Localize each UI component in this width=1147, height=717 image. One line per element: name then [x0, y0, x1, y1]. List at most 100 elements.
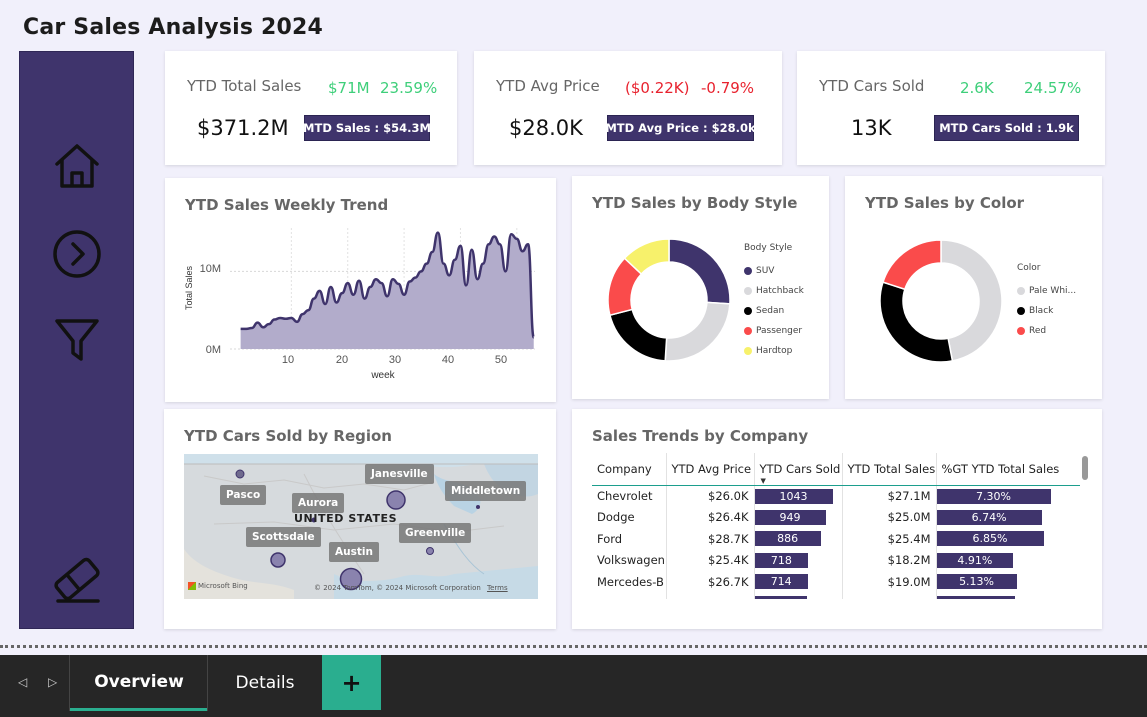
table-row[interactable]: Volkswagen $25.4K 718 $18.2M 4.91%	[592, 549, 1080, 571]
prev-page-icon[interactable]: ◁	[18, 675, 27, 689]
column-header[interactable]: %GT YTD Total Sales	[936, 453, 1080, 486]
cars-sold-cell: 714	[754, 571, 843, 593]
region-map[interactable]: Janesville Pasco Aurora Middletown UNITE…	[184, 454, 538, 599]
color-donut	[879, 239, 1003, 363]
next-circle-icon[interactable]	[50, 227, 104, 281]
canvas-divider	[0, 645, 1147, 648]
map-label[interactable]: Pasco	[220, 485, 267, 505]
region-card: YTD Cars Sold by Region Janesville Pasco…	[164, 409, 556, 629]
kpi-value: $371.2M	[197, 116, 289, 140]
company-cell: Volkswagen	[592, 549, 667, 571]
page-title: Car Sales Analysis 2024	[23, 15, 324, 40]
sort-desc-icon: ▼	[760, 476, 766, 485]
total-sales-cell: $25.0M	[842, 506, 937, 528]
cars-sold-bar: 714	[754, 574, 808, 589]
donut-slice-black[interactable]	[879, 281, 954, 363]
table-row[interactable]: Ford $28.7K 886 $25.4M 6.85%	[592, 528, 1080, 550]
table-scrollbar[interactable]	[1082, 456, 1088, 480]
avg-price-cell: $25.4K	[666, 549, 755, 571]
kpi-card-total-sales: YTD Total Sales $71M 23.59% $371.2M MTD …	[165, 51, 457, 165]
kpi-label: YTD Cars Sold	[819, 77, 925, 95]
pct-bar: 4.91%	[936, 552, 1014, 568]
map-attribution: © 2024 TomTom, © 2024 Microsoft Corporat…	[314, 584, 508, 592]
pct-bar: 5.13%	[936, 574, 1017, 589]
company-table-card: Sales Trends by Company Company YTD Avg …	[572, 409, 1102, 629]
pct-bar: 7.30%	[936, 488, 1051, 504]
x-tick-label: 40	[442, 354, 454, 366]
pct-bar: 6.74%	[936, 509, 1042, 525]
table-row[interactable]: Dodge $26.4K 949 $25.0M 6.74%	[592, 506, 1080, 528]
table-row[interactable]: Mercedes-B $26.7K 714 $19.0M 5.13%	[592, 571, 1080, 593]
kpi-label: YTD Total Sales	[187, 77, 302, 95]
card-title: YTD Sales by Body Style	[592, 194, 798, 212]
y-axis-label: Total Sales	[184, 265, 194, 310]
map-label[interactable]: Janesville	[365, 464, 434, 484]
donut-slice-suv[interactable]	[668, 238, 731, 305]
color-legend: Color Pale Whi... Black Red	[1017, 263, 1076, 341]
kpi-delta-value: $71M	[328, 79, 370, 97]
legend-item[interactable]: Black	[1017, 301, 1076, 321]
y-tick-label: 0M	[206, 344, 221, 356]
map-label[interactable]: Scottsdale	[246, 527, 321, 547]
column-header[interactable]: YTD Total Sales	[842, 453, 937, 486]
avg-price-cell: $26.7K	[666, 571, 755, 593]
kpi-delta-value: 2.6K	[960, 79, 994, 97]
map-country-label: UNITED STATES	[294, 512, 398, 525]
home-icon[interactable]	[50, 139, 104, 193]
mtd-badge: MTD Cars Sold : 1.9k	[934, 115, 1079, 141]
cars-sold-cell: 886	[754, 528, 843, 550]
legend-item[interactable]: Red	[1017, 321, 1076, 341]
donut-slice-hatchback[interactable]	[664, 301, 731, 362]
company-cell: Mercedes-B	[592, 571, 667, 593]
terms-link[interactable]: Terms	[487, 584, 508, 592]
weekly-trend-chart: 10M 0M 10 20 30 40 50 week Total Sales	[184, 228, 535, 381]
pct-cell: 6.74%	[936, 506, 1080, 528]
map-label[interactable]: Aurora	[292, 493, 345, 513]
donut-slice-sedan[interactable]	[609, 308, 668, 362]
tab-overview[interactable]: Overview	[70, 655, 208, 711]
eraser-icon[interactable]	[50, 552, 104, 606]
column-header[interactable]: Company	[592, 453, 667, 486]
map-label[interactable]: Middletown	[445, 481, 527, 501]
legend-item[interactable]: Passenger	[744, 321, 804, 341]
cars-sold-cell: 949	[754, 506, 843, 528]
column-header[interactable]: YTD Cars Sold ▼	[754, 453, 843, 486]
pct-bar: 6.85%	[936, 531, 1044, 546]
cars-sold-cell: 718	[754, 549, 843, 571]
pct-cell: 6.85%	[936, 528, 1080, 550]
donut-slice-red[interactable]	[882, 239, 942, 291]
kpi-delta-pct: -0.79%	[701, 79, 755, 97]
table-row-partial	[592, 592, 1080, 599]
x-axis-label: week	[370, 370, 395, 381]
kpi-value: 13K	[851, 116, 892, 140]
tab-details[interactable]: Details	[208, 655, 322, 711]
add-page-button[interactable]: +	[322, 655, 381, 710]
pct-cell: 5.13%	[936, 571, 1080, 593]
legend-item[interactable]: Hatchback	[744, 281, 804, 301]
legend-item[interactable]: Hardtop	[744, 341, 804, 361]
total-sales-cell: $18.2M	[842, 549, 937, 571]
company-cell: Chevrolet	[592, 485, 667, 507]
kpi-delta-pct: 24.57%	[1024, 79, 1082, 97]
legend-item[interactable]: Sedan	[744, 301, 804, 321]
cars-sold-bar: 949	[754, 509, 826, 525]
legend-item[interactable]: SUV	[744, 261, 804, 281]
cars-sold-bar: 1043	[754, 488, 833, 504]
next-page-icon[interactable]: ▷	[48, 675, 57, 689]
filter-icon[interactable]	[50, 312, 104, 366]
map-label[interactable]: Greenville	[399, 523, 472, 543]
column-header[interactable]: YTD Avg Price	[666, 453, 755, 486]
card-title: Sales Trends by Company	[592, 427, 809, 445]
cars-sold-bar: 886	[754, 531, 821, 546]
map-label[interactable]: Austin	[329, 542, 379, 562]
bing-logo: Microsoft Bing	[188, 582, 248, 590]
donut-slice-pale-whi-[interactable]	[940, 239, 1003, 362]
table-row[interactable]: Chevrolet $26.0K 1043 $27.1M 7.30%	[592, 485, 1080, 507]
legend-item[interactable]: Pale Whi...	[1017, 281, 1076, 301]
kpi-card-cars-sold: YTD Cars Sold 2.6K 24.57% 13K MTD Cars S…	[797, 51, 1105, 165]
body-style-donut	[607, 238, 731, 362]
avg-price-cell: $28.7K	[666, 528, 755, 550]
kpi-value: $28.0K	[509, 116, 583, 140]
body-style-card: YTD Sales by Body Style Body Style SUV H…	[572, 176, 829, 399]
total-sales-cell: $27.1M	[842, 485, 937, 507]
